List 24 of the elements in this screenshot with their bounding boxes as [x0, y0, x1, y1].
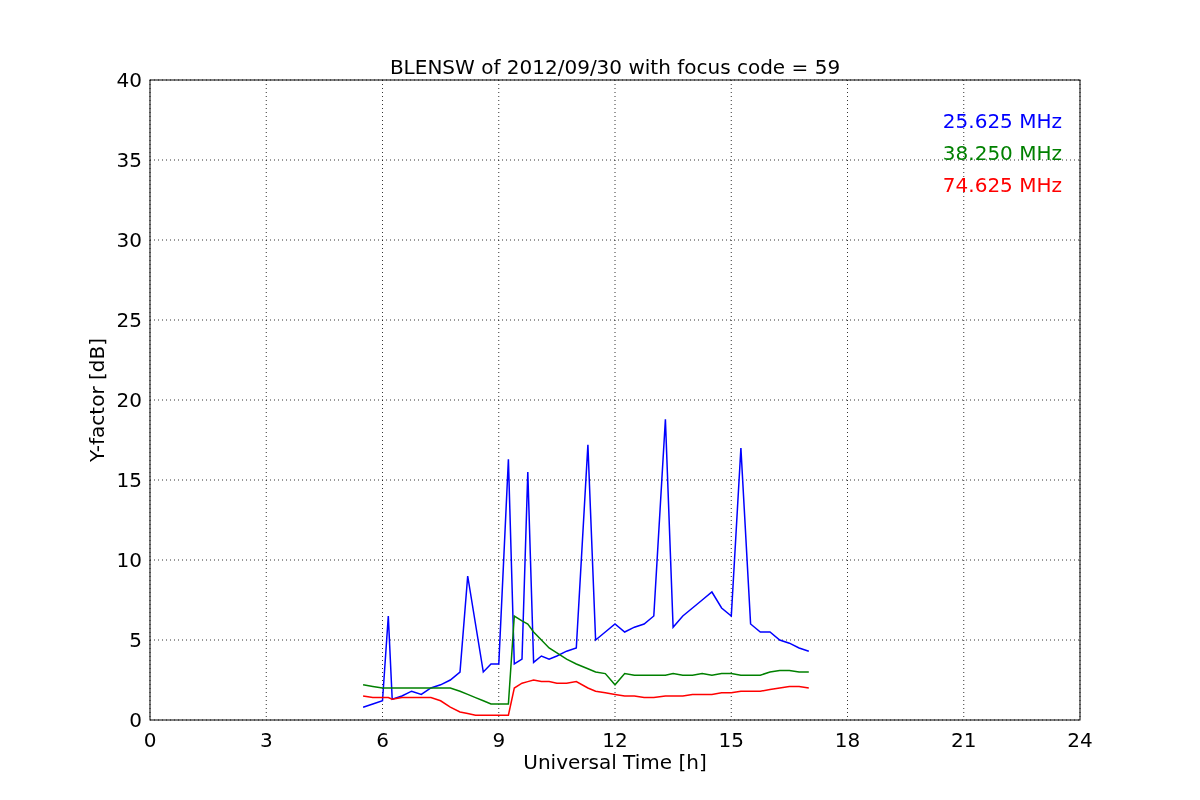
x-tick-label: 3	[259, 728, 273, 752]
y-tick-label: 15	[116, 468, 142, 492]
y-tick-label: 35	[116, 148, 142, 172]
y-axis-label: Y-factor [dB]	[85, 338, 109, 462]
x-tick-label: 6	[376, 728, 389, 752]
series-label: 25.625 MHz	[942, 109, 1062, 133]
y-tick-label: 30	[116, 228, 142, 252]
series-label: 74.625 MHz	[942, 173, 1062, 197]
y-tick-label: 10	[116, 548, 142, 572]
x-tick-label: 21	[951, 728, 977, 752]
series-label: 38.250 MHz	[942, 141, 1062, 165]
x-tick-label: 12	[602, 728, 628, 752]
x-tick-label: 9	[492, 728, 506, 752]
x-tick-label: 18	[834, 728, 861, 752]
x-tick-label: 24	[1067, 728, 1093, 752]
y-tick-label: 20	[116, 388, 142, 412]
y-tick-label: 5	[129, 628, 142, 652]
y-tick-label: 25	[116, 308, 142, 332]
x-tick-label: 15	[718, 728, 744, 752]
chart-title: BLENSW of 2012/09/30 with focus code = 59	[389, 55, 841, 79]
y-tick-label: 40	[116, 68, 142, 92]
y-tick-label: 0	[129, 708, 142, 732]
x-tick-label: 0	[143, 728, 157, 752]
x-axis-label: Universal Time [h]	[523, 750, 707, 774]
